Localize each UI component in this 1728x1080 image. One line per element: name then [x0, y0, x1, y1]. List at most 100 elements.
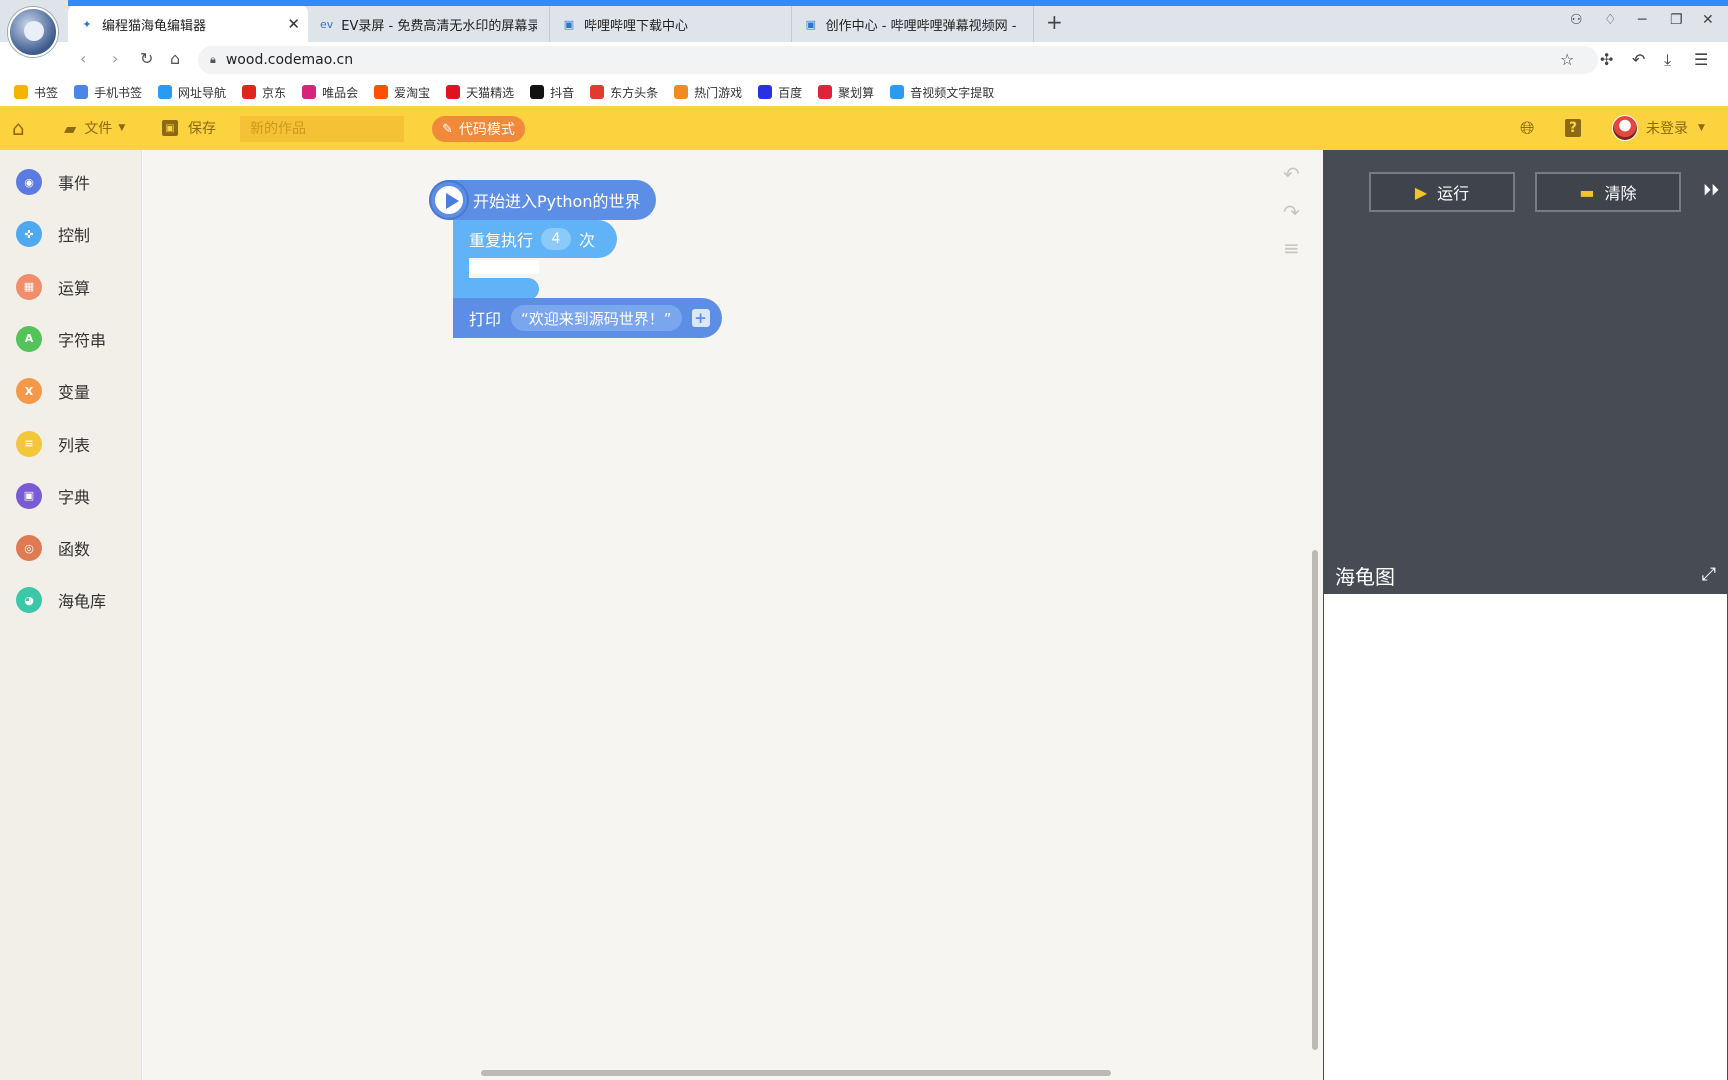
print-block[interactable]: 打印 “欢迎来到源码世界！” +	[453, 298, 722, 338]
category-item[interactable]: ▦ 运算	[0, 267, 142, 307]
bookmark-item[interactable]: 抖音	[530, 84, 574, 101]
bookmark-item[interactable]: 热门游戏	[674, 84, 742, 101]
user-menu[interactable]: 未登录 ▼	[1612, 106, 1705, 150]
category-icon: ◎	[16, 535, 42, 562]
bookmark-icon	[674, 85, 689, 99]
tab-bilibili-creator[interactable]: ▣ 创作中心 - 哔哩哔哩弹幕视频网 - (	[792, 6, 1034, 42]
menu-icon[interactable]: ☰	[1694, 50, 1708, 69]
category-item[interactable]: ◎ 函数	[0, 528, 142, 568]
bilibili-tab-icon: ▣	[563, 17, 575, 31]
address-bar-row: ‹ › ↻ ⌂ 🔒︎ wood.codemao.cn ☆ ✣ ↶ ⤓ ☰	[68, 42, 1728, 78]
print-string-input[interactable]: “欢迎来到源码世界！”	[511, 305, 682, 331]
category-label: 字典	[58, 487, 91, 507]
minimize-icon[interactable]: ─	[1638, 12, 1646, 28]
tab-bilibili-download[interactable]: ▣ 哔哩哔哩下载中心	[550, 6, 792, 42]
account-icon[interactable]: ⚇	[1570, 12, 1583, 28]
repeat-count-input[interactable]: 4	[541, 228, 572, 250]
bookmark-item[interactable]: 书签	[14, 84, 58, 101]
bookmark-label: 聚划算	[838, 85, 875, 100]
undo-icon[interactable]: ↶	[1632, 50, 1645, 69]
bookmark-item[interactable]: 聚划算	[818, 84, 874, 101]
login-status: 未登录	[1646, 121, 1688, 137]
block-workspace[interactable]: 开始进入Python的世界 重复执行 4 次 打印 “欢迎来到源码世界！” + …	[143, 150, 1323, 1080]
close-window-icon[interactable]: ✕	[1702, 12, 1714, 28]
output-panel: ▶ 运行 ▬ 清除 ⏵⏵ 海龟图 ⤢	[1323, 150, 1728, 1080]
home-browser-icon[interactable]: ⌂	[170, 49, 180, 68]
bookmark-label: 手机书签	[94, 85, 143, 100]
undo-icon[interactable]: ↶	[1283, 162, 1300, 186]
forward-icon[interactable]: ›	[112, 49, 118, 68]
bookmark-item[interactable]: 音视频文字提取	[890, 84, 994, 101]
file-menu-label: 文件	[84, 121, 113, 137]
start-event-block[interactable]: 开始进入Python的世界	[429, 180, 657, 220]
globe-icon[interactable]: 🌐︎	[1520, 106, 1534, 150]
bookmark-item[interactable]: 爱淘宝	[374, 84, 430, 101]
category-icon: ≡	[16, 430, 42, 457]
bookmark-item[interactable]: 东方头条	[590, 84, 658, 101]
codemao-tab-icon: ✦	[82, 17, 92, 31]
bookmark-label: 抖音	[550, 85, 575, 100]
bookmark-item[interactable]: 京东	[242, 84, 286, 101]
bookmark-item[interactable]: 百度	[758, 84, 802, 101]
align-blocks-icon[interactable]: ≡	[1283, 236, 1300, 260]
new-tab-button[interactable]: +	[1046, 10, 1063, 34]
fullscreen-icon[interactable]: ⤢	[1702, 564, 1716, 585]
bookmark-label: 音视频文字提取	[910, 85, 995, 100]
bookmark-icon	[302, 85, 317, 99]
category-item[interactable]: ◕ 海龟库	[0, 580, 142, 620]
category-label: 海龟库	[58, 592, 107, 612]
clear-button[interactable]: ▬ 清除	[1535, 172, 1681, 212]
bookmark-label: 书签	[34, 85, 59, 100]
bookmark-icon	[818, 85, 833, 99]
extensions-icon[interactable]: ✣	[1600, 50, 1613, 69]
turtle-canvas[interactable]	[1324, 594, 1727, 1080]
bookmark-label: 百度	[778, 85, 803, 100]
tab-close-icon[interactable]: ✕	[287, 15, 300, 33]
play-icon: ▶	[1414, 182, 1428, 202]
bookmark-icon	[590, 85, 605, 99]
repeat-block[interactable]: 重复执行 4 次	[453, 220, 617, 258]
bookmark-item[interactable]: 唯品会	[302, 84, 358, 101]
category-label: 事件	[58, 174, 91, 193]
category-item[interactable]: ▣ 字典	[0, 476, 142, 516]
bookmark-item[interactable]: 天猫精选	[446, 84, 514, 101]
category-label: 函数	[58, 540, 91, 560]
vertical-scrollbar[interactable]	[1312, 550, 1318, 1050]
home-icon[interactable]: ⌂	[12, 106, 25, 150]
collapse-panel-icon[interactable]: ⏵⏵	[1703, 180, 1719, 200]
bookmark-label: 热门游戏	[694, 85, 743, 100]
restore-icon[interactable]: ❐	[1670, 12, 1683, 28]
star-bookmark-icon[interactable]: ☆	[1560, 50, 1574, 69]
browser-profile-avatar[interactable]	[8, 7, 58, 57]
shirt-skin-icon[interactable]: ♢	[1604, 12, 1617, 28]
reload-icon[interactable]: ↻	[140, 49, 153, 68]
clear-label: 清除	[1604, 184, 1637, 203]
add-argument-icon[interactable]: +	[691, 309, 710, 327]
back-icon[interactable]: ‹	[80, 49, 86, 68]
tab-codemao-editor[interactable]: ✦ 编程猫海龟编辑器 ✕	[68, 6, 308, 42]
download-icon[interactable]: ⤓	[1664, 50, 1671, 70]
bookmark-item[interactable]: 手机书签	[74, 84, 142, 101]
category-icon: ▦	[16, 273, 42, 300]
category-item[interactable]: ✜ 控制	[0, 214, 142, 254]
project-title-input[interactable]	[240, 116, 404, 142]
category-item[interactable]: ◉ 事件	[0, 162, 142, 202]
code-mode-button[interactable]: ✎ 代码模式	[432, 116, 525, 142]
save-button[interactable]: ▣ 保存	[162, 106, 216, 150]
file-menu[interactable]: ▰ 文件 ▼	[64, 106, 125, 150]
tab-ev-recorder[interactable]: ev EV录屏 - 免费高清无水印的屏幕录制	[308, 6, 550, 42]
run-button[interactable]: ▶ 运行	[1369, 172, 1515, 212]
folder-icon: ▰	[64, 118, 77, 138]
help-icon[interactable]: ?	[1565, 106, 1581, 150]
category-item[interactable]: A 字符串	[0, 319, 142, 359]
horizontal-scrollbar[interactable]	[481, 1070, 1111, 1076]
redo-icon[interactable]: ↷	[1283, 200, 1300, 224]
bookmark-label: 网址导航	[178, 85, 227, 100]
category-item[interactable]: ≡ 列表	[0, 424, 142, 464]
browser-tab-bar: ✦ 编程猫海龟编辑器 ✕ ev EV录屏 - 免费高清无水印的屏幕录制 ▣ 哔哩…	[0, 0, 1728, 57]
pencil-icon: ✎	[442, 121, 453, 137]
category-item[interactable]: X 变量	[0, 371, 142, 411]
bookmark-item[interactable]: 网址导航	[158, 84, 226, 101]
url-field[interactable]: 🔒︎ wood.codemao.cn	[198, 46, 1598, 74]
bookmark-icon	[890, 85, 905, 99]
